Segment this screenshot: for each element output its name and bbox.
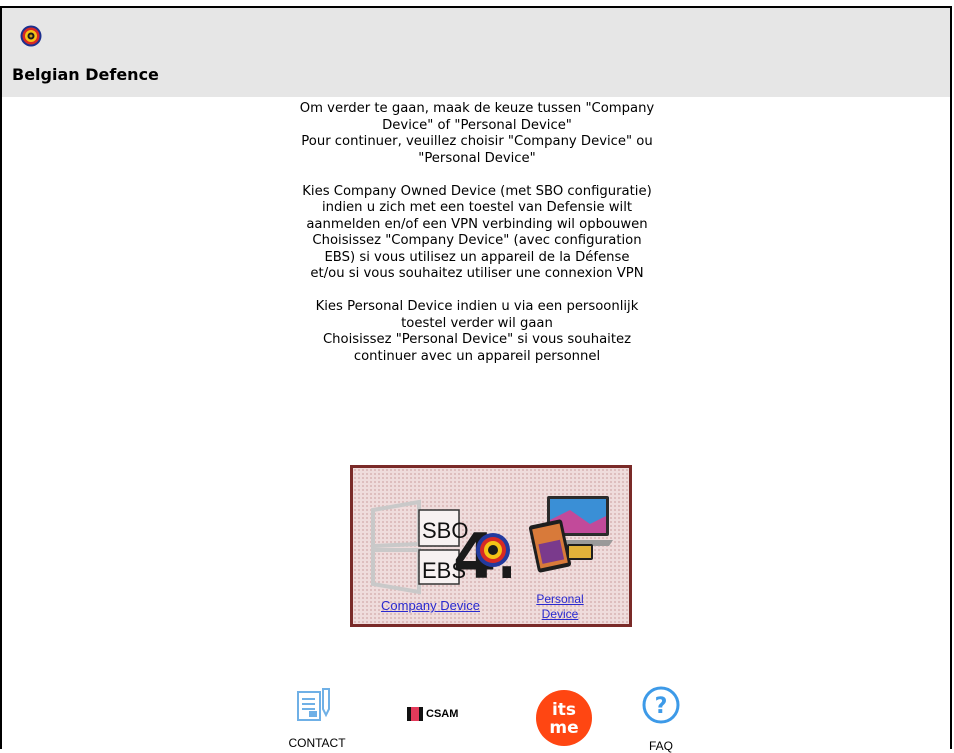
itsme-text-top: its [552, 700, 576, 720]
contact-form-icon[interactable] [297, 687, 331, 723]
instruction-line: indien u zich met een toestel van Defens… [321, 200, 633, 215]
faq-label[interactable]: FAQ [641, 739, 681, 753]
instruction-line: Om verder te gaan, maak de keuze tussen … [299, 101, 655, 116]
instruction-line: Kies Personal Device indien u via een pe… [315, 299, 639, 314]
csam-logo-icon [407, 707, 423, 721]
company-device-logo[interactable]: SBO EBS 4.0 [371, 490, 511, 600]
svg-text:?: ? [655, 694, 668, 719]
company-device-link[interactable]: Company Device [381, 598, 480, 613]
csam-logo[interactable]: CSAM [407, 707, 458, 721]
instruction-line: continuer avec un appareil personnel [353, 348, 601, 364]
itsme-text-bottom: me [549, 718, 578, 738]
instruction-line: "Personal Device" [418, 150, 536, 166]
page-frame: Belgian Defence Om verder te gaan, maak … [0, 6, 952, 753]
instructions-text: Om verder te gaan, maak de keuze tussen … [242, 101, 712, 382]
instruction-line: Pour continuer, veuillez choisir "Compan… [301, 134, 653, 149]
instruction-line: Device" of "Personal Device" [382, 117, 572, 133]
instruction-line: Choisissez "Company Device" (avec config… [312, 233, 642, 248]
personal-device-link-line1: Personal [536, 592, 584, 606]
belgian-defence-roundel-icon [20, 25, 42, 47]
device-choice-panel: SBO EBS 4.0 Company Device [350, 465, 632, 627]
instruction-line: toestel verder wil gaan [401, 315, 553, 331]
instructions-company-block: Kies Company Owned Device (met SBO confi… [242, 184, 712, 283]
instruction-line: Kies Company Owned Device (met SBO confi… [302, 183, 652, 199]
csam-label: CSAM [426, 708, 459, 720]
personal-device-link-line2: Device [541, 607, 579, 621]
page-title: Belgian Defence [12, 65, 159, 84]
instruction-line: aanmelden en/of een VPN verbinding wil o… [306, 216, 648, 232]
instructions-choice-block: Om verder te gaan, maak de keuze tussen … [242, 101, 712, 167]
instruction-line: EBS) si vous utilisez un appareil de la … [324, 249, 630, 265]
header-bar: Belgian Defence [2, 8, 950, 97]
instructions-personal-block: Kies Personal Device indien u via een pe… [242, 299, 712, 365]
contact-label[interactable]: CONTACT [277, 736, 357, 750]
personal-device-image[interactable] [525, 490, 615, 580]
instruction-line: Choisissez "Personal Device" si vous sou… [322, 332, 632, 347]
instruction-line: et/ou si vous souhaitez utiliser une con… [310, 266, 644, 281]
question-circle-icon[interactable]: ? [641, 685, 681, 725]
itsme-logo-icon[interactable]: its me [534, 688, 594, 748]
personal-device-link[interactable]: Personal Device [531, 592, 589, 622]
